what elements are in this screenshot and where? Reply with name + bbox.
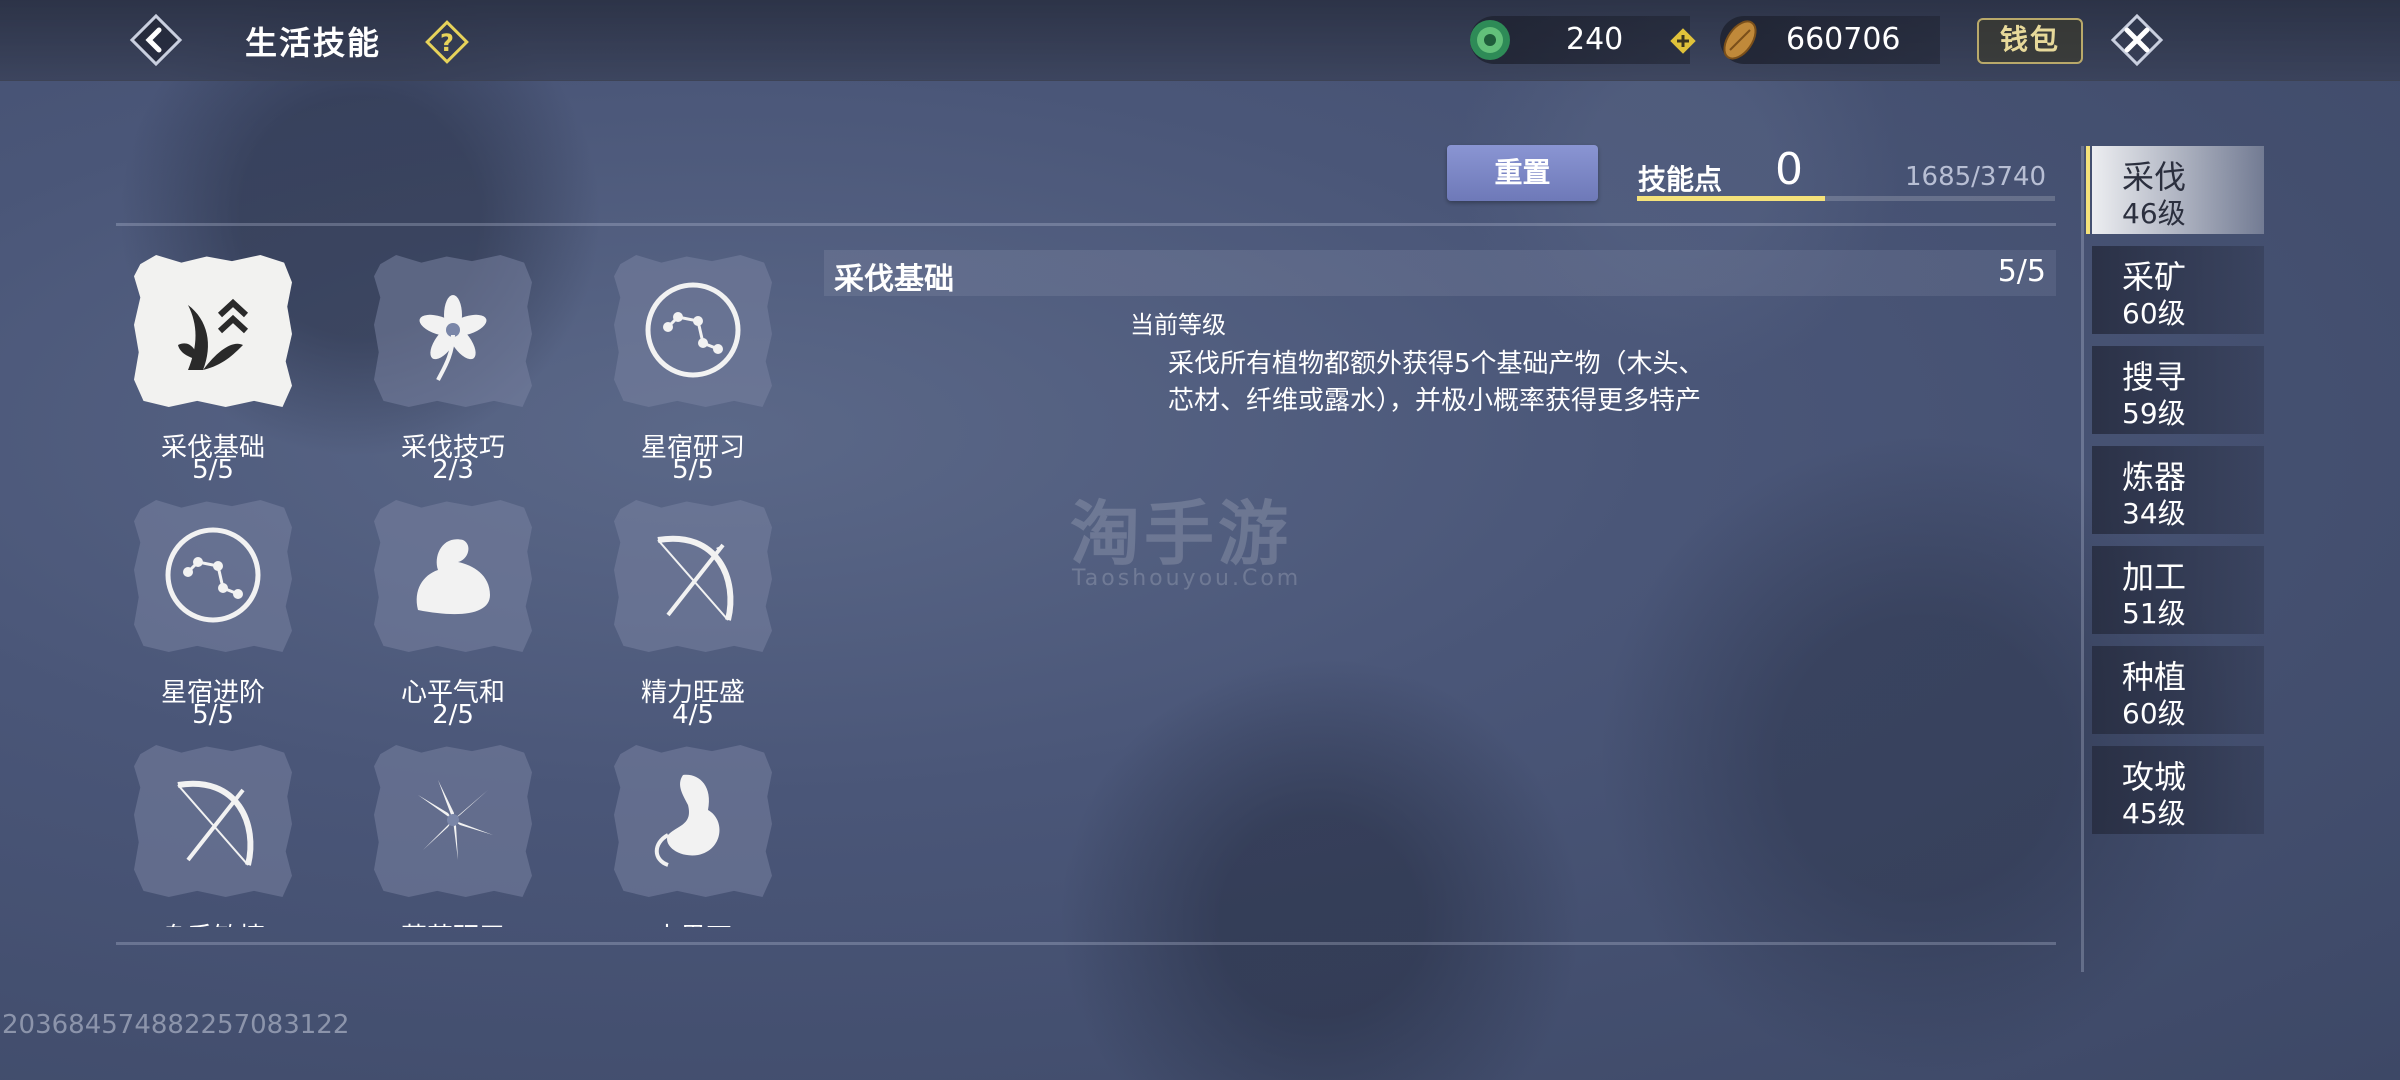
tab-processing[interactable]: 加工 51级 xyxy=(2092,546,2264,634)
arm-icon xyxy=(416,539,490,615)
constellation-icon xyxy=(645,282,741,378)
tab-level: 34级 xyxy=(2122,497,2186,530)
wallet-button[interactable]: 钱包 xyxy=(1977,18,2083,64)
skill-cell[interactable]: 星宿进阶 5/5 xyxy=(118,490,318,735)
leaves-up-icon xyxy=(178,298,249,370)
skill-name: 木果石 xyxy=(598,917,778,927)
back-button[interactable] xyxy=(128,12,184,68)
page-title: 生活技能 xyxy=(245,24,382,62)
skill-cell[interactable]: 木果石 xyxy=(598,735,778,927)
close-button[interactable] xyxy=(2107,10,2167,70)
skill-exp-text: 1685/3740 xyxy=(1905,162,2047,192)
plus-icon xyxy=(1670,28,1696,54)
skill-description: 采伐所有植物都额外获得5个基础产物（木头、芯材、纤维或露水），并极小概率获得更多… xyxy=(1168,349,1705,416)
skill-exp-bar-fill xyxy=(1637,196,1826,201)
skill-level: 5/5 xyxy=(672,455,714,485)
skill-tile xyxy=(614,500,772,652)
skill-grid: 采伐基础 5/5 采伐技巧 2/3 星宿研习 5/5 星宿进阶 5/5 心平气和… xyxy=(118,245,778,927)
jade-amount: 240 xyxy=(1566,22,1624,57)
skill-tile xyxy=(134,500,292,652)
tab-refining[interactable]: 炼器 34级 xyxy=(2092,446,2264,534)
skill-detail-header: 采伐基础 5/5 xyxy=(824,250,2056,297)
skill-tile xyxy=(374,500,532,652)
skill-level: 5/5 xyxy=(192,700,234,730)
skill-level: 2/3 xyxy=(432,455,474,485)
tab-level: 59级 xyxy=(2122,397,2186,430)
jade-currency: 240 xyxy=(1470,16,1690,64)
bow-icon xyxy=(177,780,254,866)
svg-text:?: ? xyxy=(440,29,454,57)
tab-logging[interactable]: 采伐 46级 xyxy=(2086,146,2264,234)
skill-tile xyxy=(614,255,772,407)
skill-tile xyxy=(134,745,292,897)
skill-level: 5/5 xyxy=(192,455,234,485)
coin-currency: 660706 xyxy=(1720,16,1940,64)
bow-icon xyxy=(657,535,734,621)
skill-name: 草药研习 xyxy=(358,917,548,927)
skill-points-value: 0 xyxy=(1775,144,1803,195)
skill-level: 2/5 xyxy=(432,700,474,730)
coin-amount: 660706 xyxy=(1786,22,1901,57)
reset-button[interactable]: 重置 xyxy=(1447,145,1598,201)
skill-cell[interactable]: 身手敏捷 xyxy=(118,735,318,927)
skill-detail-level: 5/5 xyxy=(1997,254,2046,289)
skill-cell[interactable]: 精力旺盛 4/5 xyxy=(598,490,778,735)
skill-tile xyxy=(614,745,772,897)
tab-level: 46级 xyxy=(2122,197,2186,230)
skill-level: 4/5 xyxy=(672,700,714,730)
skill-cell[interactable]: 星宿研习 5/5 xyxy=(598,245,778,490)
help-icon: ? xyxy=(425,20,469,64)
panel-bottom-divider xyxy=(116,942,2056,945)
skill-tile xyxy=(374,255,532,407)
back-arrow-icon xyxy=(129,13,183,67)
tab-level: 60级 xyxy=(2122,697,2186,730)
add-jade-button[interactable] xyxy=(1668,26,1698,56)
skill-tile xyxy=(134,255,292,407)
top-bar: 生活技能 ? 240 660706 钱包 xyxy=(0,0,2400,81)
watermark-logo: 淘手游 xyxy=(1070,493,1292,575)
coin-icon xyxy=(1723,20,1757,60)
stomach-icon xyxy=(654,774,720,867)
skill-tile xyxy=(374,745,532,897)
tab-level: 45级 xyxy=(2122,797,2186,830)
close-icon xyxy=(2110,13,2164,67)
tab-searching[interactable]: 搜寻 59级 xyxy=(2092,346,2264,434)
skill-exp-bar xyxy=(1637,196,2055,201)
tab-mining[interactable]: 采矿 60级 xyxy=(2092,246,2264,334)
tabs-divider xyxy=(2081,146,2084,972)
tab-level: 60级 xyxy=(2122,297,2186,330)
tab-planting[interactable]: 种植 60级 xyxy=(2092,646,2264,734)
flower-icon xyxy=(419,295,487,381)
jade-icon xyxy=(1470,20,1510,60)
tab-level: 51级 xyxy=(2122,597,2186,630)
herb-icon xyxy=(418,780,493,860)
skill-name: 身手敏捷 xyxy=(118,917,308,927)
tab-siege[interactable]: 攻城 45级 xyxy=(2092,746,2264,834)
skill-points-label: 技能点 xyxy=(1638,163,1723,196)
player-uid: 203684574882257083122 xyxy=(2,1010,350,1040)
skill-cell[interactable]: 心平气和 2/5 xyxy=(358,490,558,735)
skill-detail-title: 采伐基础 xyxy=(834,262,954,297)
help-button[interactable]: ? xyxy=(425,20,469,64)
current-level-label: 当前等级 xyxy=(1130,311,1226,339)
constellation-icon xyxy=(165,527,261,623)
panel-top-divider xyxy=(116,223,2056,226)
skill-cell[interactable]: 草药研习 xyxy=(358,735,558,927)
watermark-url: Taoshouyou.Com xyxy=(1072,566,1302,591)
skill-cell[interactable]: 采伐技巧 2/3 xyxy=(358,245,558,490)
skill-cell[interactable]: 采伐基础 5/5 xyxy=(118,245,318,490)
